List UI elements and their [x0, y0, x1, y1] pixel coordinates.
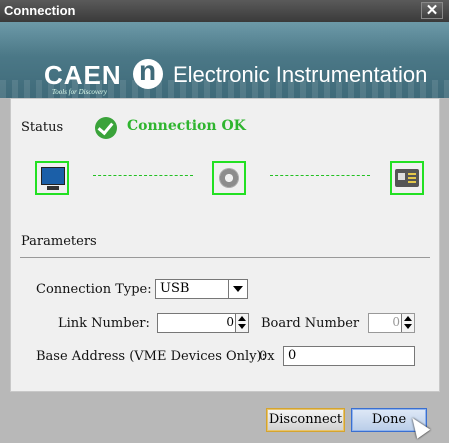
- board-number-spin-buttons[interactable]: [401, 314, 414, 332]
- caen-logo: CAEN: [44, 60, 122, 90]
- connection-type-value: USB: [160, 281, 190, 296]
- base-address-label: Base Address (VME Devices Only):: [36, 349, 266, 364]
- gear-icon: [219, 168, 239, 188]
- link-number-spin-buttons[interactable]: [235, 314, 248, 332]
- connection-type-label: Connection Type:: [36, 282, 152, 297]
- window-title: Connection: [4, 3, 76, 18]
- connection-line-right: [270, 175, 370, 176]
- board-number-value: 0: [392, 315, 400, 329]
- spin-up-icon[interactable]: [238, 316, 246, 321]
- caen-banner: CAEN Tools for Discovery Electronic Inst…: [0, 22, 449, 98]
- computer-icon: [41, 167, 65, 190]
- spin-up-icon[interactable]: [404, 316, 412, 321]
- disconnect-button[interactable]: Disconnect: [266, 408, 345, 432]
- parameters-divider: [20, 257, 430, 258]
- banner-product-text: Electronic Instrumentation: [173, 62, 428, 87]
- chevron-down-icon[interactable]: [228, 280, 247, 298]
- link-number-value: 0: [226, 315, 234, 329]
- spin-down-icon[interactable]: [238, 324, 246, 329]
- connection-window: Connection ✕ CAEN Tools for Discovery El…: [0, 0, 449, 443]
- status-label: Status: [21, 120, 64, 135]
- board-number-stepper[interactable]: 0: [368, 313, 415, 333]
- connection-type-select[interactable]: USB: [155, 279, 248, 299]
- instrument-device-box: [390, 161, 424, 195]
- title-bar: Connection ✕: [0, 0, 449, 22]
- computer-device-box: [35, 161, 69, 195]
- board-number-label: Board Number: [261, 316, 360, 331]
- connection-line-left: [93, 175, 193, 176]
- link-number-label: Link Number:: [58, 316, 150, 331]
- base-address-input[interactable]: 0: [283, 346, 415, 366]
- n-logo-icon: [133, 55, 163, 89]
- close-button[interactable]: ✕: [421, 2, 443, 19]
- caen-tagline: Tools for Discovery: [52, 88, 107, 96]
- status-text: Connection OK: [127, 118, 246, 134]
- base-address-prefix: 0x: [259, 349, 275, 364]
- parameters-heading: Parameters: [21, 234, 97, 249]
- check-circle-icon: [95, 117, 117, 139]
- spin-down-icon[interactable]: [404, 324, 412, 329]
- link-number-stepper[interactable]: 0: [157, 313, 249, 333]
- bridge-device-box: [212, 161, 246, 195]
- instrument-icon: [395, 169, 419, 187]
